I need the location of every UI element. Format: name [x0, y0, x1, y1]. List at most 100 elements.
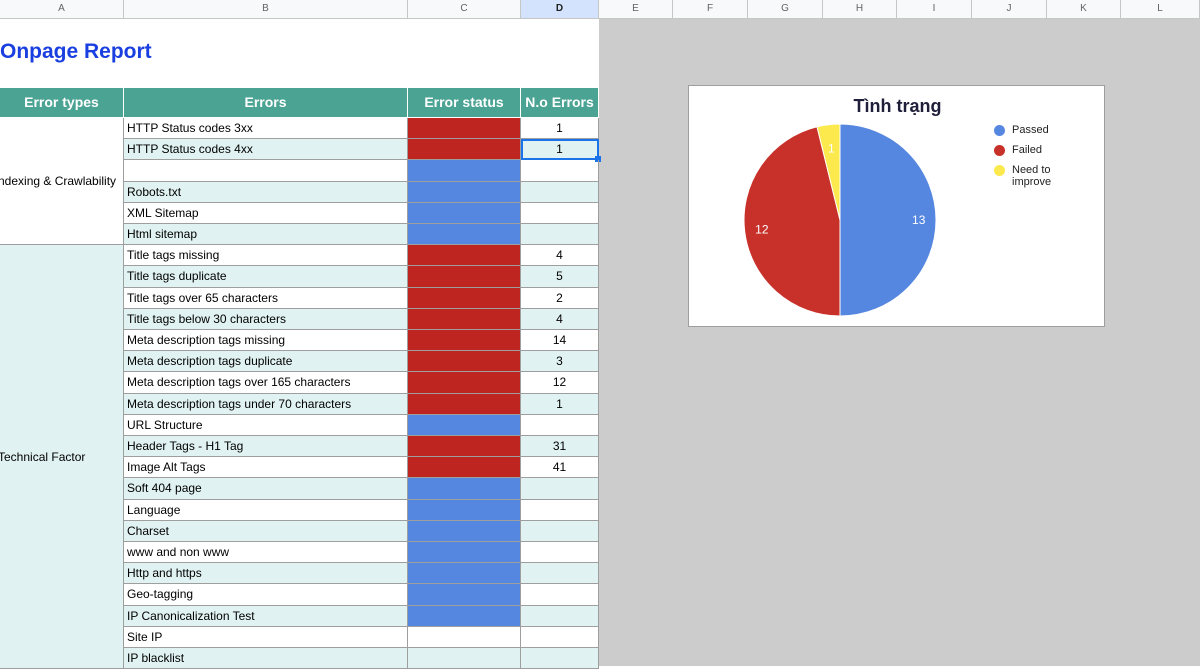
column-header-a[interactable]: A: [0, 0, 124, 18]
status-cell-red[interactable]: [408, 372, 521, 394]
status-cell-red[interactable]: [408, 308, 521, 330]
status-cell-red[interactable]: [408, 351, 521, 373]
status-cell-blue[interactable]: [408, 499, 521, 521]
status-cell-blue[interactable]: [408, 542, 521, 564]
status-cell-blue[interactable]: [408, 224, 521, 246]
error-count-cell[interactable]: [521, 499, 599, 521]
status-cell-blue[interactable]: [408, 605, 521, 627]
status-cell-blue[interactable]: [408, 478, 521, 500]
status-cell-red[interactable]: [408, 118, 521, 140]
error-count-cell[interactable]: 41: [521, 457, 599, 479]
status-cell-red[interactable]: [408, 393, 521, 415]
status-cell-red[interactable]: [408, 139, 521, 161]
column-header-f[interactable]: F: [673, 0, 748, 18]
column-header-k[interactable]: K: [1047, 0, 1121, 18]
slice-value-label: 1: [828, 142, 835, 156]
error-count-cell[interactable]: 4: [521, 245, 599, 267]
column-header-bar: ABCDEFGHIJKL: [0, 0, 1200, 19]
error-cell[interactable]: Soft 404 page: [124, 478, 408, 500]
column-header-b[interactable]: B: [124, 0, 408, 18]
group-label: ndexing & Crawlability: [0, 174, 117, 189]
error-count-cell[interactable]: [521, 478, 599, 500]
error-count-cell[interactable]: 14: [521, 330, 599, 352]
status-cell-red[interactable]: [408, 287, 521, 309]
header-no-errors[interactable]: N.o Errors: [521, 88, 599, 118]
column-header-g[interactable]: G: [748, 0, 823, 18]
status-cell-blue[interactable]: [408, 160, 521, 182]
error-cell[interactable]: Meta description tags duplicate: [124, 351, 408, 373]
error-cell[interactable]: www and non www: [124, 542, 408, 564]
error-cell[interactable]: Header Tags - H1 Tag: [124, 436, 408, 458]
column-header-h[interactable]: H: [823, 0, 897, 18]
status-cell-blue[interactable]: [408, 520, 521, 542]
header-errors[interactable]: Errors: [124, 88, 408, 118]
status-cell-red[interactable]: [408, 457, 521, 479]
status-cell-blue[interactable]: [408, 563, 521, 585]
error-cell[interactable]: Meta description tags under 70 character…: [124, 393, 408, 415]
error-count-cell[interactable]: 1: [521, 118, 599, 140]
error-count-cell[interactable]: 3: [521, 351, 599, 373]
error-count-cell[interactable]: [521, 605, 599, 627]
error-count-cell[interactable]: [521, 224, 599, 246]
error-count-cell[interactable]: [521, 202, 599, 224]
status-cell-red[interactable]: [408, 266, 521, 288]
error-count-cell[interactable]: 1: [521, 139, 599, 161]
error-count-cell[interactable]: 1: [521, 393, 599, 415]
status-cell-blue[interactable]: [408, 414, 521, 436]
column-header-c[interactable]: C: [408, 0, 521, 18]
error-cell[interactable]: IP Canonicalization Test: [124, 605, 408, 627]
error-cell[interactable]: [124, 160, 408, 182]
error-cell[interactable]: Http and https: [124, 563, 408, 585]
error-count-cell[interactable]: [521, 563, 599, 585]
status-cell-red[interactable]: [408, 245, 521, 267]
error-count-cell[interactable]: [521, 520, 599, 542]
error-cell[interactable]: Language: [124, 499, 408, 521]
error-count-cell[interactable]: [521, 181, 599, 203]
column-header-j[interactable]: J: [972, 0, 1047, 18]
group-indexing-crawlability[interactable]: ndexing & Crawlability: [0, 118, 124, 246]
error-count-cell[interactable]: 2: [521, 287, 599, 309]
error-cell[interactable]: Title tags below 30 characters: [124, 308, 408, 330]
status-cell-white[interactable]: [408, 626, 521, 648]
error-cell[interactable]: XML Sitemap: [124, 202, 408, 224]
error-cell[interactable]: Title tags over 65 characters: [124, 287, 408, 309]
error-cell[interactable]: Geo-tagging: [124, 584, 408, 606]
group-technical-factor[interactable]: Technical Factor: [0, 245, 124, 669]
error-cell[interactable]: HTTP Status codes 3xx: [124, 118, 408, 140]
error-count-cell[interactable]: 12: [521, 372, 599, 394]
legend-label: Failed: [1012, 144, 1042, 156]
status-cell-blue[interactable]: [408, 584, 521, 606]
header-error-status[interactable]: Error status: [408, 88, 521, 118]
error-cell[interactable]: Charset: [124, 520, 408, 542]
error-cell[interactable]: Html sitemap: [124, 224, 408, 246]
error-cell[interactable]: Site IP: [124, 626, 408, 648]
report-title: Onpage Report: [0, 40, 152, 63]
error-cell[interactable]: Image Alt Tags: [124, 457, 408, 479]
error-cell[interactable]: Robots.txt: [124, 181, 408, 203]
error-count-cell[interactable]: [521, 414, 599, 436]
error-count-cell[interactable]: [521, 626, 599, 648]
error-count-cell[interactable]: 31: [521, 436, 599, 458]
status-cell-blue[interactable]: [408, 181, 521, 203]
column-header-e[interactable]: E: [599, 0, 673, 18]
error-count-cell[interactable]: [521, 584, 599, 606]
error-cell[interactable]: Title tags duplicate: [124, 266, 408, 288]
group-label: Technical Factor: [0, 449, 86, 464]
error-count-cell[interactable]: 5: [521, 266, 599, 288]
column-header-i[interactable]: I: [897, 0, 972, 18]
error-count-cell[interactable]: 4: [521, 308, 599, 330]
status-cell-red[interactable]: [408, 436, 521, 458]
error-cell[interactable]: Meta description tags over 165 character…: [124, 372, 408, 394]
error-cell[interactable]: HTTP Status codes 4xx: [124, 139, 408, 161]
status-cell-blue[interactable]: [408, 202, 521, 224]
status-cell-red[interactable]: [408, 330, 521, 352]
error-count-cell[interactable]: [521, 160, 599, 182]
column-header-d[interactable]: D: [521, 0, 599, 18]
error-cell[interactable]: Title tags missing: [124, 245, 408, 267]
error-count-cell[interactable]: [521, 542, 599, 564]
pie-chart[interactable]: Tình trạng 13 12 1 Passed Failed Need to imp…: [688, 85, 1105, 327]
error-cell[interactable]: Meta description tags missing: [124, 330, 408, 352]
column-header-l[interactable]: L: [1121, 0, 1200, 18]
header-error-types[interactable]: Error types: [0, 88, 124, 118]
error-cell[interactable]: URL Structure: [124, 414, 408, 436]
